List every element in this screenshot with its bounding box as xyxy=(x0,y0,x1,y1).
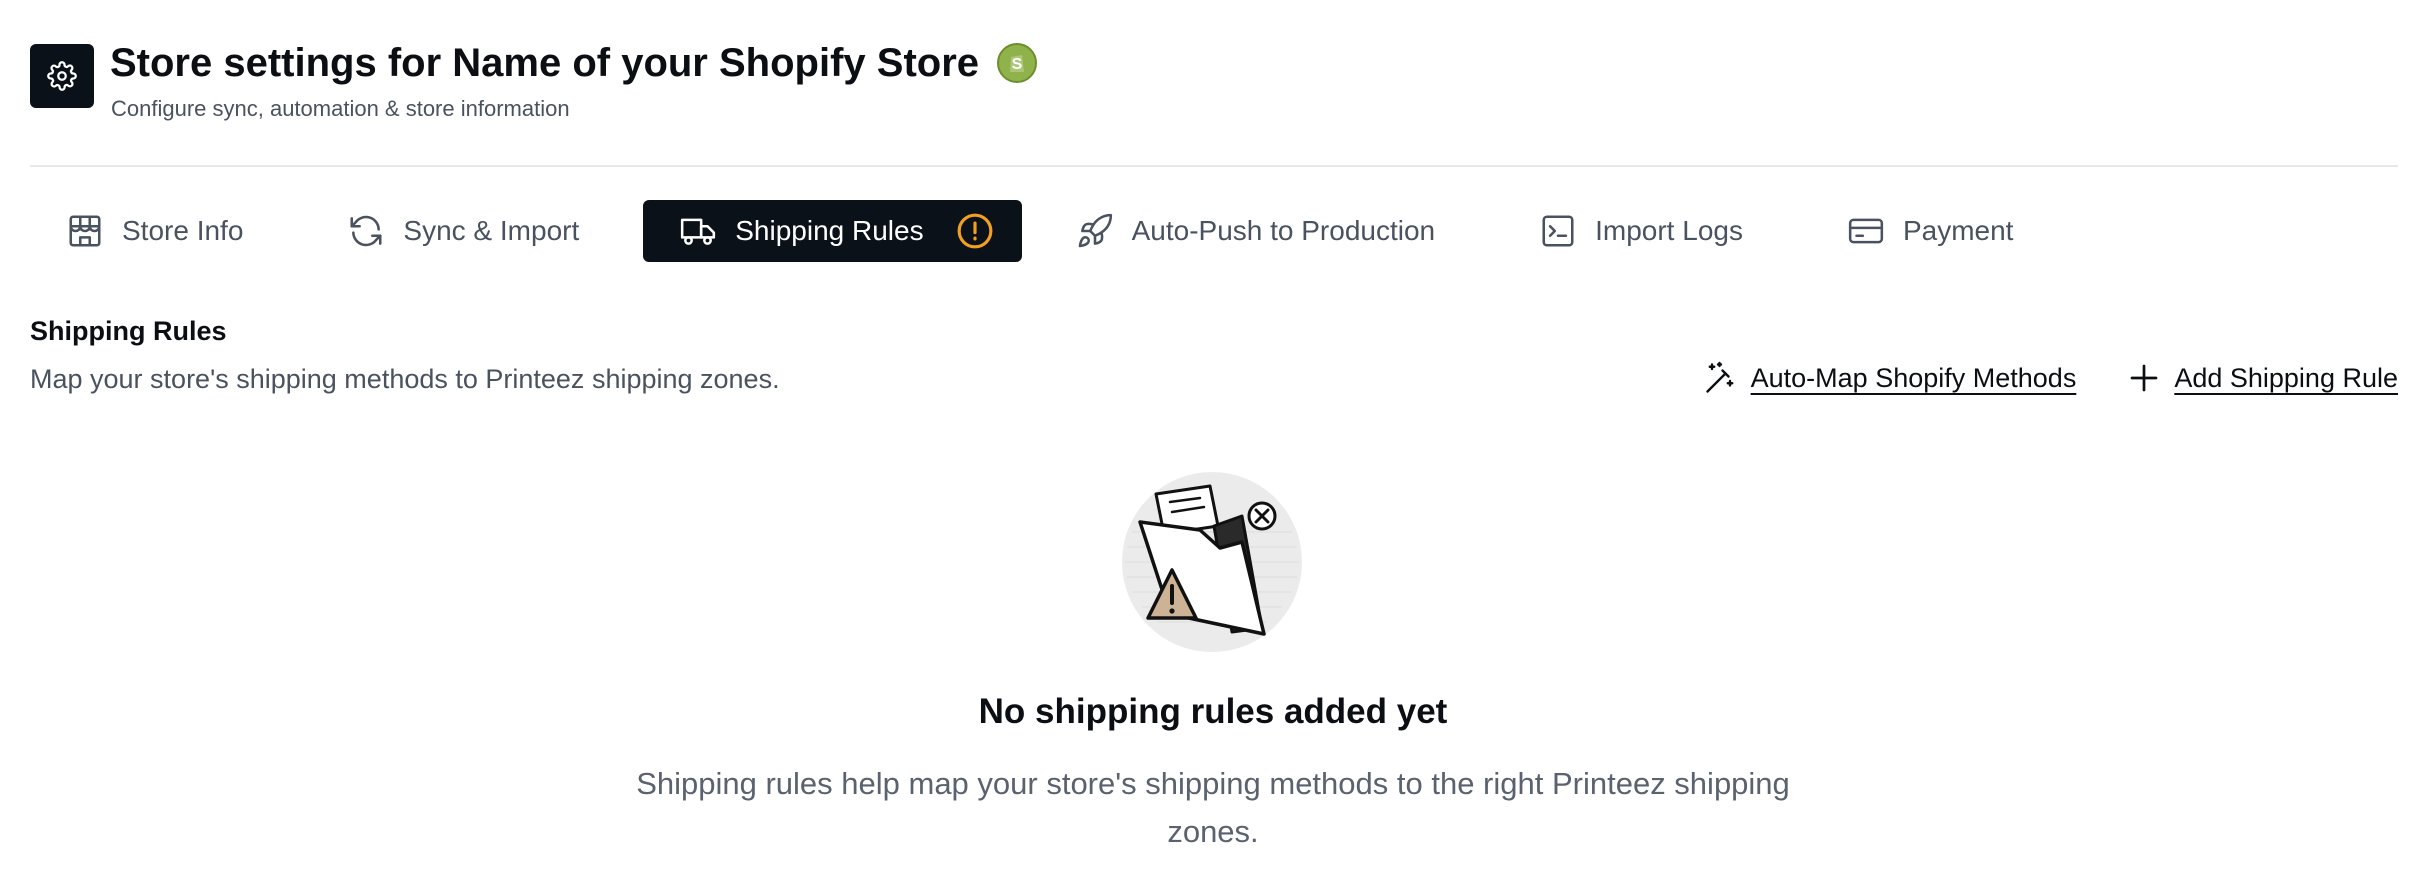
plus-icon xyxy=(2130,364,2158,392)
page-title-row: Store settings for Name of your Shopify … xyxy=(110,38,1038,88)
rocket-icon xyxy=(1078,213,1112,248)
tab-sync-import[interactable]: Sync & Import xyxy=(321,200,605,262)
tab-label: Shipping Rules xyxy=(735,215,924,246)
settings-tabs: Store Info Sync & Import Shipping Rules xyxy=(40,199,2039,263)
add-shipping-rule-button[interactable]: Add Shipping Rule xyxy=(2126,360,2398,396)
section-title: Shipping Rules xyxy=(30,316,227,346)
empty-state-title: No shipping rules added yet xyxy=(978,692,1448,731)
tab-label: Sync & Import xyxy=(403,215,580,246)
tab-payment[interactable]: Payment xyxy=(1821,200,2040,262)
tab-shipping-rules[interactable]: Shipping Rules xyxy=(643,200,1022,262)
tab-store-info[interactable]: Store Info xyxy=(40,200,269,262)
tab-auto-push[interactable]: Auto-Push to Production xyxy=(1050,200,1462,262)
refresh-icon xyxy=(350,215,382,247)
section-description: Map your store's shipping methods to Pri… xyxy=(30,364,780,394)
auto-map-button[interactable]: Auto-Map Shopify Methods xyxy=(1703,360,2077,396)
shopify-logo-icon: S xyxy=(997,43,1038,83)
magic-wand-icon xyxy=(1705,361,1734,393)
header-divider xyxy=(30,165,2398,167)
settings-gear-badge xyxy=(30,44,94,108)
page-subtitle: Configure sync, automation & store infor… xyxy=(111,96,570,121)
credit-card-icon xyxy=(1848,218,1884,244)
svg-text:S: S xyxy=(1012,56,1023,73)
warning-circle-icon xyxy=(957,213,993,249)
truck-icon xyxy=(681,218,716,245)
empty-folder-illustration xyxy=(1122,472,1302,652)
storefront-icon xyxy=(69,215,101,247)
section-actions: Auto-Map Shopify Methods Add Shipping Ru… xyxy=(1703,360,2398,396)
page-title: Store settings for Name of your Shopify … xyxy=(110,41,980,85)
tab-label: Auto-Push to Production xyxy=(1131,215,1436,246)
tab-import-logs[interactable]: Import Logs xyxy=(1513,200,1769,262)
gear-icon xyxy=(47,61,77,91)
terminal-icon xyxy=(1542,215,1574,247)
empty-state-description: Shipping rules help map your store's shi… xyxy=(636,766,1790,849)
tab-label: Store Info xyxy=(122,215,244,246)
add-shipping-rule-label: Add Shipping Rule xyxy=(2174,362,2398,393)
tab-label: Import Logs xyxy=(1595,215,1743,246)
tab-label: Payment xyxy=(1902,215,2014,246)
auto-map-label: Auto-Map Shopify Methods xyxy=(1750,362,2077,393)
